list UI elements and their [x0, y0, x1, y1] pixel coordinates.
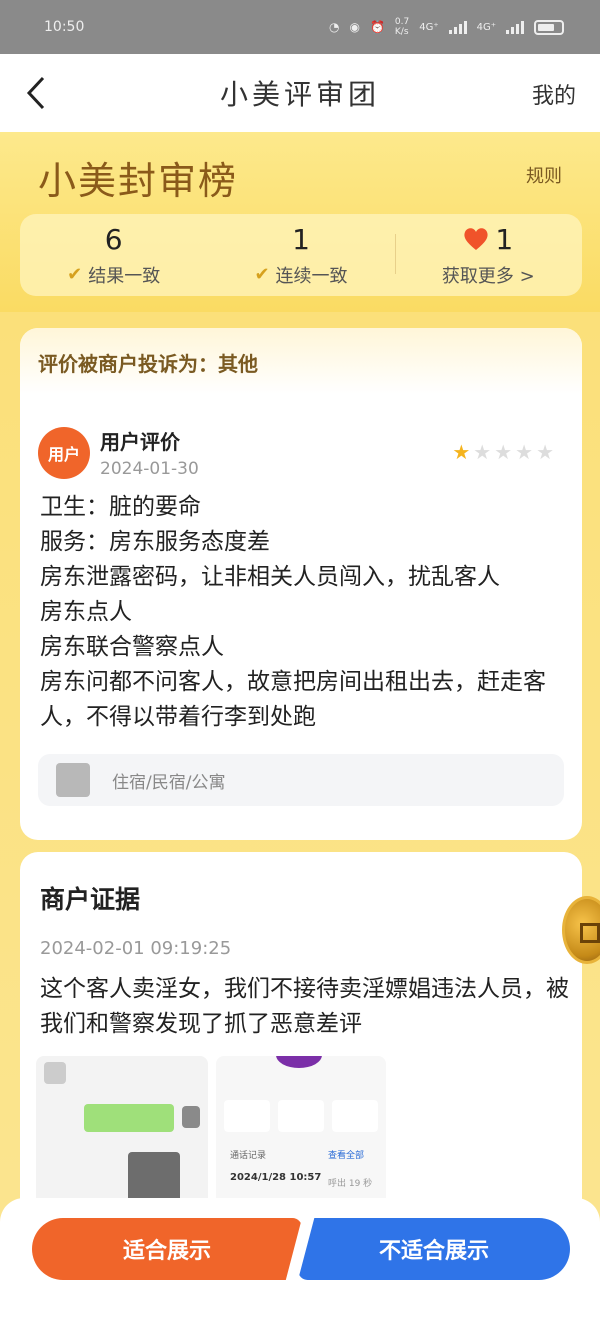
reviewer: 用户 用户评价 2024-01-30 — [38, 426, 199, 479]
back-button[interactable] — [18, 74, 54, 112]
video-icon — [332, 1100, 378, 1132]
stat-label: 结果一致 — [88, 265, 161, 287]
stat-consecutive: 1 ✔ 连续一致 — [207, 214, 394, 296]
call-record-date: 2024/1/28 10:57 — [230, 1172, 322, 1183]
network-speed: 0.7 K/s — [394, 17, 410, 37]
avatar — [182, 1106, 200, 1128]
phone-icon — [224, 1100, 270, 1132]
evidence-title: 商户证据 — [40, 885, 141, 914]
star-icon: ★ — [494, 440, 513, 464]
evidence-image[interactable]: 通话记录 查看全部 2024/1/28 10:57 呼出 19 秒 — [216, 1056, 386, 1206]
stat-value: 1 — [292, 222, 310, 256]
speedometer-icon: ◔ — [328, 20, 340, 34]
stat-consistent-result: 6 ✔ 结果一致 — [20, 214, 207, 296]
check-icon: ✔ — [67, 264, 83, 285]
stat-get-more[interactable]: 1 获取更多 > — [394, 214, 582, 296]
signal-icon — [506, 20, 524, 34]
star-icon: ★ — [473, 440, 492, 464]
review-line: 房东泄露密码，让非相关人员闯入，扰乱客人 — [40, 564, 500, 590]
eye-icon: ◉ — [349, 20, 360, 34]
double-check-icon: ✔ — [254, 264, 270, 285]
status-time: 10:50 — [44, 19, 85, 35]
avatar — [44, 1062, 66, 1084]
review-line: 服务：房东服务态度差 — [40, 529, 270, 555]
review-line: 房东问都不问客人，故意把房间出租出去，赶走客人，不得以带着行李到处跑 — [40, 669, 546, 730]
photo — [128, 1152, 180, 1202]
complaint-reason: 评价被商户投诉为：其他 — [20, 328, 582, 394]
network-type-1: 4G⁺ — [419, 21, 439, 33]
review-line: 房东点人 — [40, 599, 132, 625]
network-type-2: 4G⁺ — [476, 21, 496, 33]
reject-button[interactable]: 不适合展示 — [298, 1218, 570, 1280]
rules-link[interactable]: 规则 — [526, 162, 562, 188]
stat-value: 6 — [104, 222, 123, 256]
stat-label: 获取更多 > — [441, 265, 535, 287]
stat-value: 1 — [495, 222, 514, 256]
review-date: 2024-01-30 — [100, 459, 199, 479]
review-card: 评价被商户投诉为：其他 用户 用户评价 2024-01-30 ★ ★ ★ ★ ★… — [20, 328, 582, 840]
evidence-text: 这个客人卖淫女，我们不接待卖淫嫖娼违法人员，被我们和警察发现了抓了恶意差评 — [40, 976, 569, 1037]
my-link[interactable]: 我的 — [532, 78, 576, 110]
category-tag[interactable]: 住宿/民宿/公寓 — [38, 754, 564, 806]
star-icon: ★ — [515, 440, 534, 464]
alarm-icon: ⏰ — [369, 20, 385, 34]
back-icon — [26, 76, 45, 110]
brand-title: 小美封审榜 — [38, 159, 239, 203]
category-icon — [56, 763, 90, 797]
chat-bubble — [84, 1104, 174, 1132]
heart-icon — [464, 228, 488, 250]
page-title: 小美评审团 — [219, 78, 380, 111]
category-label: 住宿/民宿/公寓 — [112, 772, 226, 793]
call-record-label: 通话记录 — [230, 1151, 267, 1161]
rating-stars: ★ ★ ★ ★ ★ — [452, 440, 554, 464]
approve-button[interactable]: 适合展示 — [32, 1218, 302, 1280]
review-line: 卫生：脏的要命 — [40, 494, 201, 520]
message-icon — [278, 1100, 324, 1132]
header-panel: 小美封审榜 规则 6 ✔ 结果一致 1 ✔ 连续一致 1 获取更多 > — [0, 132, 600, 312]
main-content: 评价被商户投诉为：其他 用户 用户评价 2024-01-30 ★ ★ ★ ★ ★… — [0, 312, 600, 1318]
view-all-label: 查看全部 — [328, 1151, 365, 1161]
stat-label: 连续一致 — [275, 265, 348, 287]
review-title: 用户评价 — [100, 430, 180, 454]
status-icons: ◔ ◉ ⏰ 0.7 K/s 4G⁺ 4G⁺ — [329, 17, 564, 37]
action-bar: 适合展示 不适合展示 — [0, 1198, 600, 1318]
review-line: 房东联合警察点人 — [40, 634, 224, 660]
evidence-time: 2024-02-01 09:19:25 — [40, 938, 232, 959]
avatar: 用户 — [38, 426, 90, 479]
evidence-image[interactable] — [36, 1056, 208, 1206]
avatar — [276, 1056, 322, 1068]
battery-icon — [534, 19, 564, 35]
review-text: 卫生：脏的要命 服务：房东服务态度差 房东泄露密码，让非相关人员闯入，扰乱客人 … — [40, 490, 570, 735]
star-icon: ★ — [536, 440, 554, 464]
signal-icon — [448, 20, 467, 34]
status-bar: 10:50 ◔ ◉ ⏰ 0.7 K/s 4G⁺ 4G⁺ — [0, 0, 600, 54]
star-icon: ★ — [452, 440, 471, 464]
stats-bar: 6 ✔ 结果一致 1 ✔ 连续一致 1 获取更多 > — [20, 214, 582, 296]
nav-bar: 小美评审团 我的 — [0, 54, 600, 132]
call-duration: 呼出 19 秒 — [328, 1179, 373, 1189]
divider — [394, 234, 396, 274]
